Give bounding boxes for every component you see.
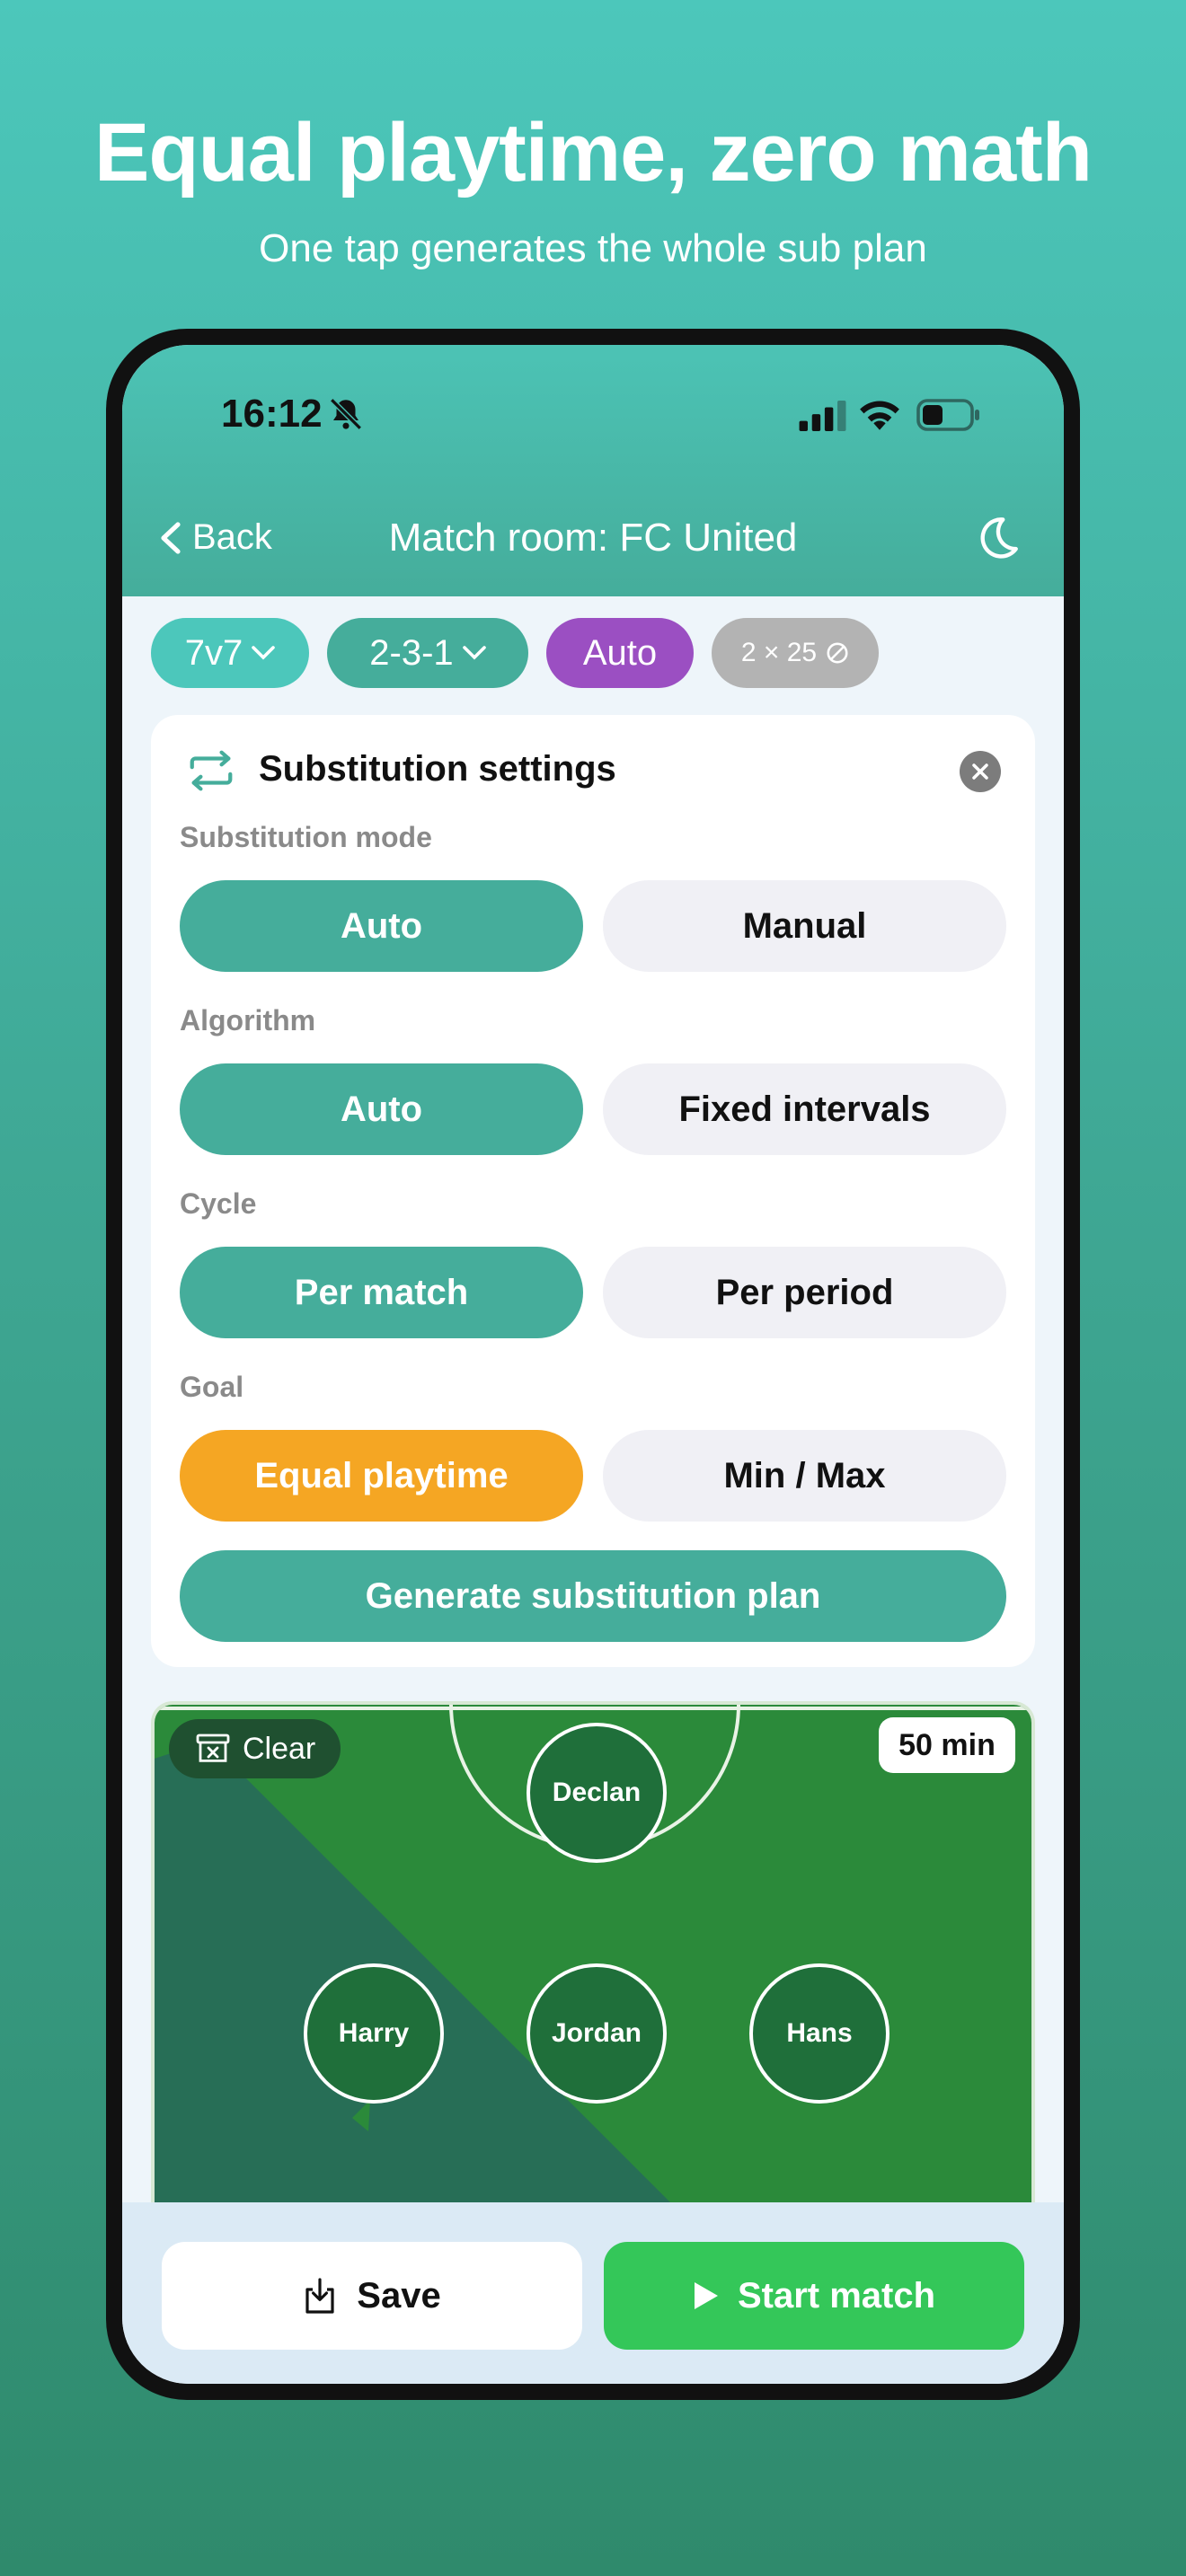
algorithm-label: Algorithm [180,1004,316,1037]
cycle-label: Cycle [180,1187,257,1220]
player-token[interactable]: Harry [304,1963,444,2104]
phone-frame: 16:12 Back Match room: FC United 7v7 2-3… [106,329,1080,2400]
bottom-action-bar: Save Start match [122,2202,1064,2384]
goal-selector: Equal playtime Min / Max [180,1430,1006,1522]
substitution-mode-label: Substitution mode [180,821,432,853]
match-chips: 7v7 2-3-1 Auto 2 × 25 [151,618,879,688]
substitution-mode-manual[interactable]: Manual [603,880,1006,972]
settings-title: Substitution settings [259,749,616,789]
goal-min-max[interactable]: Min / Max [603,1430,1006,1522]
format-chip-label: 7v7 [184,632,243,673]
goal-equal-playtime[interactable]: Equal playtime [180,1430,583,1522]
format-chip[interactable]: 7v7 [151,618,309,688]
mode-chip-label: Auto [582,632,658,673]
close-icon [972,763,988,780]
goal-label: Goal [180,1371,244,1403]
clear-box-icon [196,1734,230,1762]
cycle-per-match[interactable]: Per match [180,1247,583,1338]
match-duration-badge: 50 min [879,1717,1015,1773]
start-match-label: Start match [737,2275,936,2316]
status-time: 16:12 [221,392,323,436]
play-icon [694,2282,718,2309]
algorithm-selector: Auto Fixed intervals [180,1063,1006,1155]
moon-icon[interactable] [970,512,1022,564]
top-bar: 16:12 Back Match room: FC United [122,345,1064,596]
formation-chip-label: 2-3-1 [369,632,454,673]
mode-chip[interactable]: Auto [546,618,694,688]
close-button[interactable] [960,751,1001,792]
page-title: Match room: FC United [388,516,798,560]
chevron-down-icon [252,646,276,660]
substitution-mode-selector: Auto Manual [180,880,1006,972]
periods-chip[interactable]: 2 × 25 [712,618,879,688]
generate-plan-button[interactable]: Generate substitution plan [180,1550,1006,1642]
player-token[interactable]: Jordan [527,1963,667,2104]
promo-headline: Equal playtime, zero math [94,107,1093,198]
save-label: Save [357,2275,441,2316]
battery-icon [916,399,979,431]
pitch: Clear 50 min Declan Harry Jordan Hans [151,1701,1035,2204]
chevron-down-icon [462,646,486,660]
cycle-per-period[interactable]: Per period [603,1247,1006,1338]
periods-chip-label: 2 × 25 [740,638,818,667]
substitution-settings-card: Substitution settings Substitution mode … [151,715,1035,1667]
repeat-icon [190,750,233,791]
start-match-button[interactable]: Start match [604,2242,1024,2350]
bell-muted-icon [330,398,362,430]
player-token[interactable]: Hans [749,1963,890,2104]
clear-button[interactable]: Clear [169,1719,341,1778]
save-button[interactable]: Save [162,2242,582,2350]
cellular-signal-icon [799,401,846,431]
clear-label: Clear [243,1731,316,1766]
download-tray-icon [305,2278,334,2314]
substitution-mode-auto[interactable]: Auto [180,880,583,972]
algorithm-fixed-intervals[interactable]: Fixed intervals [603,1063,1006,1155]
formation-chip[interactable]: 2-3-1 [327,618,528,688]
wifi-icon [860,401,899,430]
disabled-icon [827,642,848,664]
algorithm-auto[interactable]: Auto [180,1063,583,1155]
app-screen: 16:12 Back Match room: FC United 7v7 2-3… [122,345,1064,2384]
player-token[interactable]: Declan [527,1723,667,1863]
cycle-selector: Per match Per period [180,1247,1006,1338]
promo-subline: One tap generates the whole sub plan [259,226,927,270]
